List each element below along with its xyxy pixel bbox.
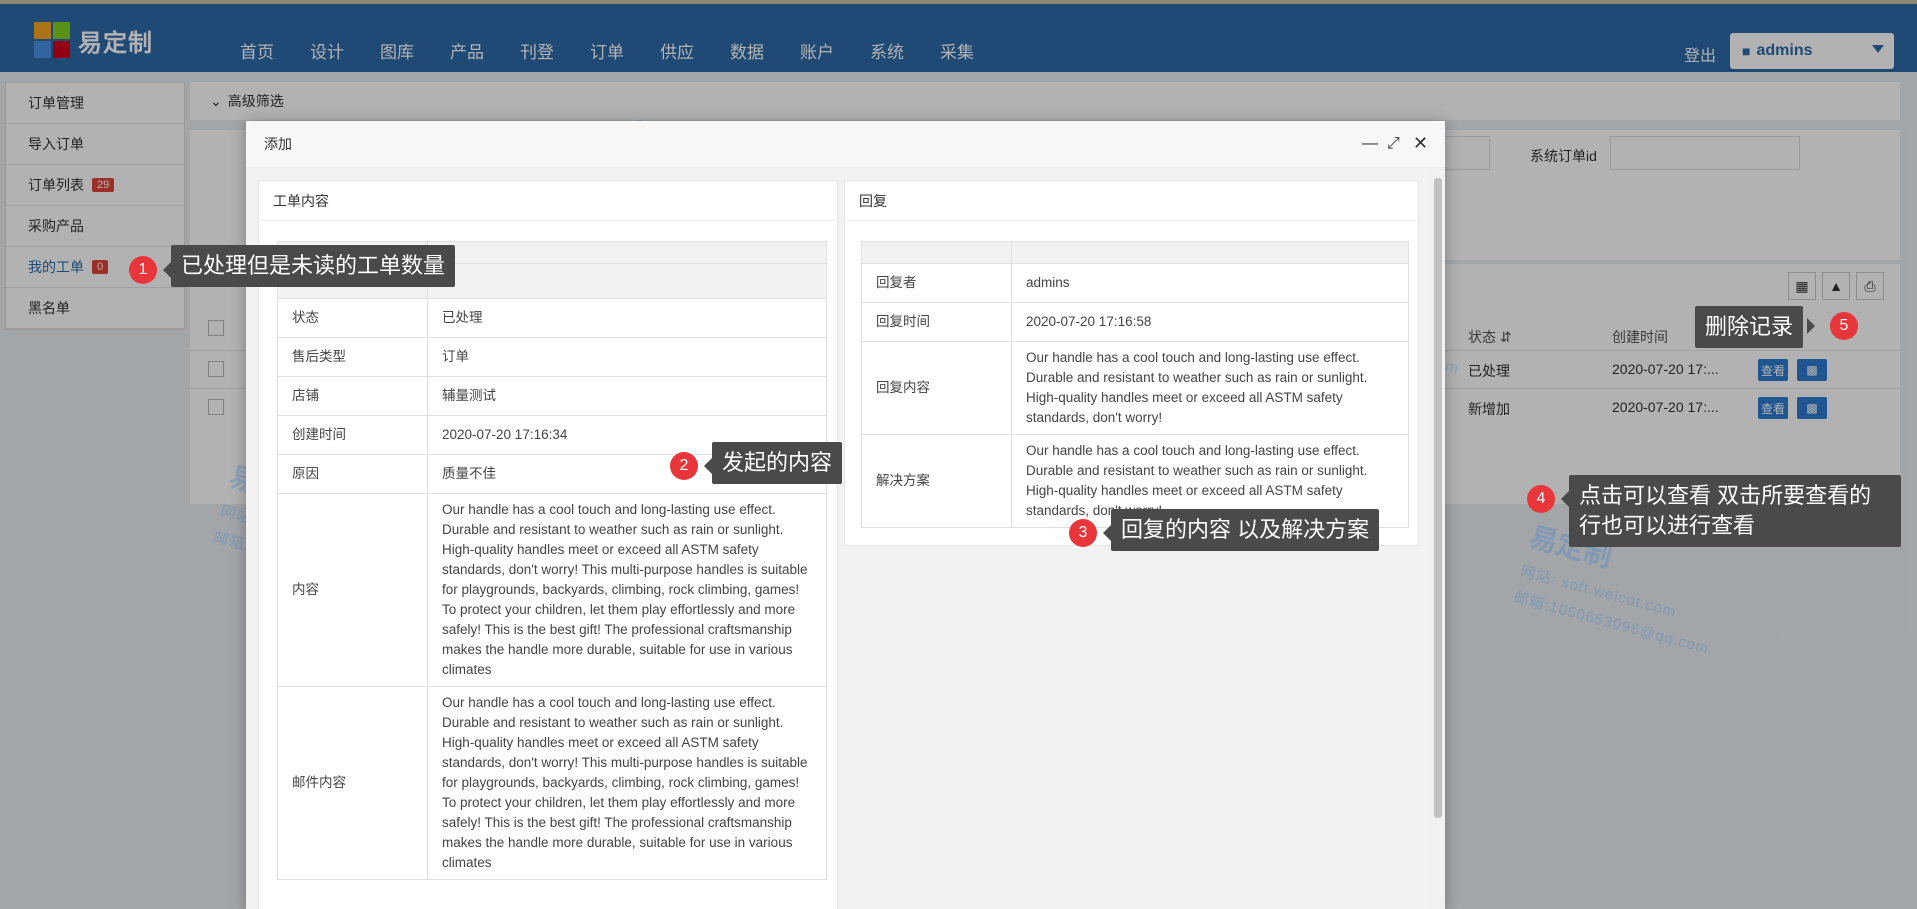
annotation-marker-1: 1 bbox=[129, 256, 157, 284]
annotation-marker-2: 2 bbox=[670, 452, 698, 480]
reply-row: 回复时间 2020-07-20 17:16:58 bbox=[861, 302, 1409, 342]
annotation-callout-4: 点击可以查看 双击所要查看的行也可以进行查看 bbox=[1569, 475, 1901, 547]
callout-pointer bbox=[163, 262, 171, 278]
detail-row: 内容 Our handle has a cool touch and long-l… bbox=[277, 493, 827, 687]
modal-header: 添加 bbox=[246, 121, 1445, 168]
reply-detail-table: 回复者 admins 回复时间 2020-07-20 17:16:58 回复内容 Ou… bbox=[861, 241, 1409, 528]
annotation-marker-4: 4 bbox=[1527, 485, 1555, 513]
close-icon[interactable]: ✕ bbox=[1413, 133, 1428, 154]
panel-title: 工单内容 bbox=[259, 181, 837, 221]
annotation-callout-1: 已处理但是未读的工单数量 bbox=[171, 245, 456, 287]
reply-panel: 回复 回复者 admins 回复时间 2020-07-20 17:16:58 回复内… bbox=[844, 180, 1419, 546]
reply-row: 回复者 admins bbox=[861, 263, 1409, 303]
modal-title: 添加 bbox=[264, 136, 292, 152]
ticket-detail-table: 状态 已处理 售后类型 订单 店铺 辅量测试 创建时间 2020-07-20 17:16… bbox=[277, 241, 827, 880]
ticket-content-panel: 工单内容 状态 已处理 售后类型 订单 店铺 辅量测试 创建时间 2020-07-20 … bbox=[258, 180, 838, 909]
annotation-callout-5: 删除记录 bbox=[1695, 306, 1804, 348]
scroll-thumb[interactable] bbox=[1434, 178, 1442, 818]
callout-pointer bbox=[704, 458, 712, 474]
detail-row: 售后类型 订单 bbox=[277, 337, 827, 377]
minimize-icon[interactable]: — bbox=[1362, 135, 1378, 153]
modal-scrollbar[interactable] bbox=[1431, 168, 1445, 909]
maximize-icon[interactable]: ⤢ bbox=[1387, 135, 1400, 153]
detail-row: 店铺 辅量测试 bbox=[277, 376, 827, 416]
annotation-marker-5: 5 bbox=[1830, 312, 1858, 340]
reply-row: 回复内容 Our handle has a cool touch and long… bbox=[861, 341, 1409, 435]
callout-pointer bbox=[1103, 525, 1111, 541]
callout-pointer bbox=[1561, 491, 1569, 507]
callout-pointer bbox=[1807, 318, 1815, 334]
annotation-callout-3: 回复的内容 以及解决方案 bbox=[1111, 509, 1380, 551]
detail-row: 状态 已处理 bbox=[277, 298, 827, 338]
panel-title: 回复 bbox=[845, 181, 1418, 221]
annotation-callout-2: 发起的内容 bbox=[712, 442, 843, 484]
detail-row: 邮件内容 Our handle has a cool touch and long… bbox=[277, 686, 827, 880]
annotation-marker-3: 3 bbox=[1069, 519, 1097, 547]
